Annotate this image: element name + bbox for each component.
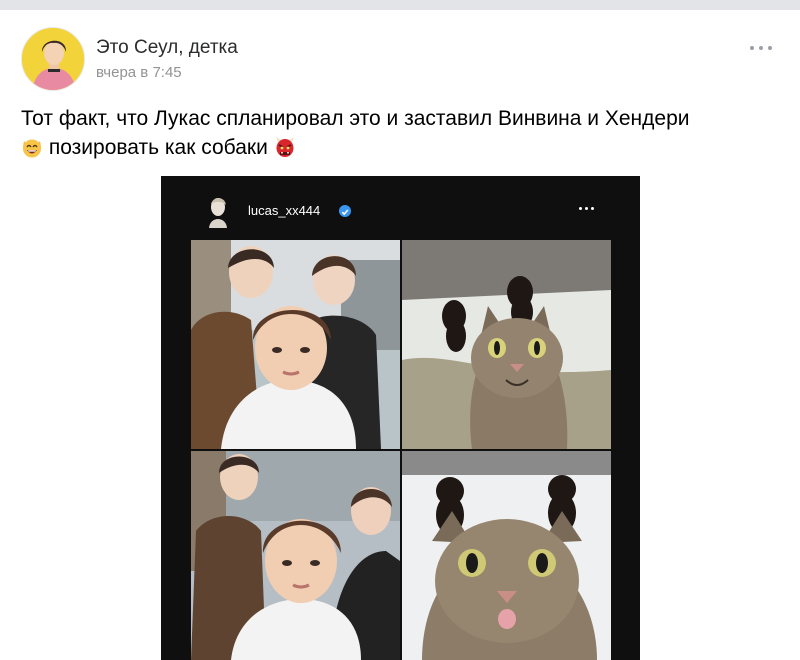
more-horizontal-icon[interactable] xyxy=(748,40,774,56)
ogre-emoji xyxy=(274,136,296,158)
cat-selfie-photo xyxy=(402,451,611,660)
selfie-photo xyxy=(191,451,400,660)
instagram-avatar xyxy=(203,194,233,228)
post-text-line2: позировать как собаки xyxy=(48,136,268,159)
more-horizontal-icon xyxy=(579,206,595,212)
instagram-username: lucas_xx444 xyxy=(248,203,321,218)
selfie-photo xyxy=(191,240,400,449)
post-timestamp[interactable]: вчера в 7:45 xyxy=(96,64,182,81)
verified-badge-icon xyxy=(339,205,351,217)
community-avatar[interactable] xyxy=(21,27,85,91)
post-text: Тот факт, что Лукас спланировал это и за… xyxy=(21,104,791,162)
cat-selfie-photo xyxy=(402,240,611,449)
post-photo[interactable]: lucas_xx444 xyxy=(161,176,640,660)
grinning-cat-emoji xyxy=(21,136,43,158)
community-name[interactable]: Это Сеул, детка xyxy=(96,37,238,59)
photo-collage xyxy=(191,240,611,660)
top-strip xyxy=(0,0,800,10)
post-text-line1: Тот факт, что Лукас спланировал это и за… xyxy=(21,107,690,130)
